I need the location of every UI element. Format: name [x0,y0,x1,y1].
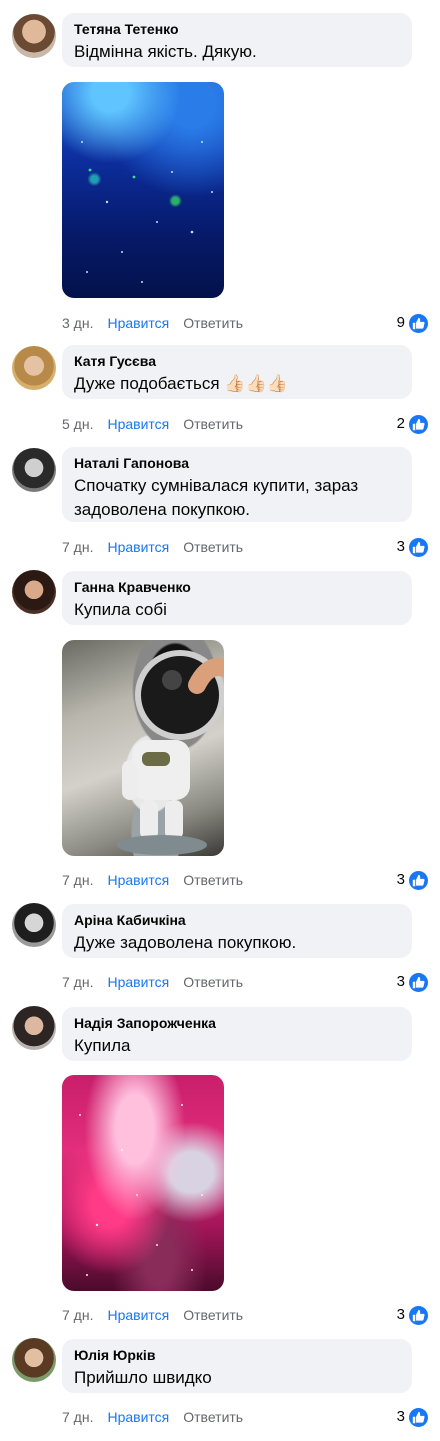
comment-text: Дуже подобається 👍🏻👍🏻👍🏻 [74,372,400,396]
like-button[interactable]: Нравится [107,974,169,990]
reaction-count[interactable]: 3 [397,1305,428,1325]
comment-time[interactable]: 7 дн. [62,872,93,888]
thumbs-up-icon [409,1407,428,1427]
avatar[interactable] [12,346,56,390]
reaction-count-value: 3 [396,973,405,990]
like-button[interactable]: Нравится [107,315,169,331]
like-button[interactable]: Нравится [107,416,169,432]
comment-author[interactable]: Ганна Кравченко [74,578,400,596]
comment-time[interactable]: 5 дн. [62,416,93,432]
comment-author[interactable]: Наталі Гапонова [74,454,400,472]
reaction-count[interactable]: 9 [397,313,428,333]
comment-text: Купила собі [74,600,167,619]
like-button[interactable]: Нравится [107,1409,169,1425]
reply-button[interactable]: Ответить [183,539,243,555]
reply-button[interactable]: Ответить [183,1409,243,1425]
comment-actions: 7 дн. Нравится Ответить 3 [62,1305,428,1325]
avatar[interactable] [12,1338,56,1382]
comment-text: Дуже задоволена покупкою. [74,933,297,952]
comment-actions: 7 дн. Нравится Ответить 3 [62,1407,428,1427]
comment-photo[interactable] [62,640,224,856]
comment-text: Прийшло швидко [74,1368,212,1387]
reply-button[interactable]: Ответить [183,872,243,888]
comment-time[interactable]: 7 дн. [62,974,93,990]
avatar[interactable] [12,570,56,614]
reaction-count-value: 3 [396,1408,405,1425]
thumbs-up-icon [409,972,428,992]
comment-text: Відмінна якість. Дякую. [74,42,257,61]
stars-icon [81,141,213,283]
reaction-count[interactable]: 2 [397,414,428,434]
thumbs-up-emoji: 👍🏻👍🏻👍🏻 [224,374,288,393]
stars-icon [79,1104,203,1276]
comment-author[interactable]: Тетяна Тетенко [74,20,400,38]
comment-bubble: Наталі Гапонова Спочатку сумнівалася куп… [62,447,412,522]
comment-bubble: Аріна Кабичкіна Дуже задоволена покупкою… [62,904,412,958]
avatar[interactable] [12,14,56,58]
reaction-count-value: 3 [396,1306,405,1323]
reaction-count[interactable]: 3 [397,972,428,992]
comment-photo[interactable] [62,82,224,298]
like-button[interactable]: Нравится [107,539,169,555]
comment-actions: 7 дн. Нравится Ответить 3 [62,537,428,557]
reaction-count-value: 2 [396,415,405,432]
thumbs-up-icon [409,313,428,333]
reaction-count-value: 9 [396,314,405,331]
reply-button[interactable]: Ответить [183,315,243,331]
reply-button[interactable]: Ответить [183,416,243,432]
avatar[interactable] [12,903,56,947]
avatar[interactable] [12,1006,56,1050]
comment-bubble: Катя Гусєва Дуже подобається 👍🏻👍🏻👍🏻 [62,345,412,399]
like-button[interactable]: Нравится [107,872,169,888]
comment-actions: 7 дн. Нравится Ответить 3 [62,972,428,992]
comment-author[interactable]: Юлія Юрків [74,1346,400,1364]
comment-text: Купила [74,1036,131,1055]
comment-time[interactable]: 3 дн. [62,315,93,331]
comment-actions: 3 дн. Нравится Ответить 9 [62,313,428,333]
reply-button[interactable]: Ответить [183,1307,243,1323]
reaction-count[interactable]: 3 [397,870,428,890]
thumbs-up-icon [409,537,428,557]
reply-button[interactable]: Ответить [183,974,243,990]
reaction-count[interactable]: 3 [397,1407,428,1427]
avatar[interactable] [12,448,56,492]
comment-author[interactable]: Надія Запорожченка [74,1014,400,1032]
comment-time[interactable]: 7 дн. [62,1409,93,1425]
comment-author[interactable]: Аріна Кабичкіна [74,911,400,929]
comment-actions: 7 дн. Нравится Ответить 3 [62,870,428,890]
thumbs-up-icon [409,414,428,434]
comment-bubble: Тетяна Тетенко Відмінна якість. Дякую. [62,13,412,67]
reaction-count-value: 3 [396,871,405,888]
comment-time[interactable]: 7 дн. [62,539,93,555]
reaction-count-value: 3 [396,538,405,555]
comment-photo[interactable] [62,1075,224,1291]
comment-bubble: Надія Запорожченка Купила [62,1007,412,1061]
comment-text-main: Дуже подобається [74,374,220,393]
thumbs-up-icon [409,870,428,890]
astronaut-projector-icon [117,650,224,855]
comment-actions: 5 дн. Нравится Ответить 2 [62,414,428,434]
like-button[interactable]: Нравится [107,1307,169,1323]
comment-text: Спочатку сумнівалася купити, зараз задов… [74,476,359,519]
comment-time[interactable]: 7 дн. [62,1307,93,1323]
comment-author[interactable]: Катя Гусєва [74,352,400,370]
thumbs-up-icon [409,1305,428,1325]
reaction-count[interactable]: 3 [397,537,428,557]
comment-bubble: Ганна Кравченко Купила собі [62,571,412,625]
comment-bubble: Юлія Юрків Прийшло швидко [62,1339,412,1393]
